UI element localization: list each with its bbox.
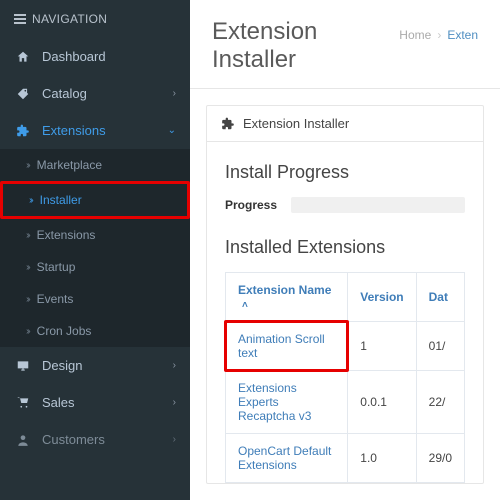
breadcrumb-separator-icon: › xyxy=(437,28,441,42)
chevron-right-icon: › xyxy=(173,360,176,371)
submenu-item-label: Marketplace xyxy=(37,158,102,172)
sidebar-item-label: Sales xyxy=(42,395,75,410)
progress-label: Progress xyxy=(225,198,277,212)
progress-row: Progress xyxy=(225,197,465,213)
col-name[interactable]: Extension Name ˄ xyxy=(226,273,348,322)
chevron-double-icon: ›› xyxy=(26,326,29,337)
puzzle-icon xyxy=(221,117,235,131)
nav-header: NAVIGATION xyxy=(0,0,190,38)
sidebar-item-customers[interactable]: Customers › xyxy=(0,421,190,458)
chevron-double-icon: ›› xyxy=(29,195,32,206)
extensions-table: Extension Name ˄ Version Dat Animation S… xyxy=(225,272,465,483)
hamburger-icon[interactable] xyxy=(14,14,26,24)
submenu-item-installer[interactable]: ›› Installer xyxy=(0,181,190,219)
installed-title: Installed Extensions xyxy=(225,237,465,258)
sidebar-item-label: Catalog xyxy=(42,86,87,101)
col-date[interactable]: Dat xyxy=(416,273,464,322)
panel: Extension Installer Install Progress Pro… xyxy=(206,105,484,484)
submenu-item-marketplace[interactable]: ›› Marketplace xyxy=(0,149,190,181)
chevron-right-icon: › xyxy=(173,434,176,445)
submenu-item-startup[interactable]: ›› Startup xyxy=(0,251,190,283)
table-row: Extensions Experts Recaptcha v3 0.0.1 22… xyxy=(226,371,465,434)
sidebar-item-label: Extensions xyxy=(42,123,106,138)
main-content: Extension Installer Home › Exten Extensi… xyxy=(190,0,500,500)
nav-header-label: NAVIGATION xyxy=(32,12,107,26)
submenu-item-label: Installer xyxy=(40,193,82,207)
sidebar-item-sales[interactable]: Sales › xyxy=(0,384,190,421)
sidebar: NAVIGATION Dashboard Catalog › Ex xyxy=(0,0,190,500)
extension-link[interactable]: OpenCart Default Extensions xyxy=(238,444,331,472)
table-row: Animation Scroll text 1 01/ xyxy=(226,322,465,371)
submenu-item-label: Startup xyxy=(37,260,76,274)
extension-date: 29/0 xyxy=(416,434,464,483)
progress-bar xyxy=(291,197,465,213)
breadcrumb: Home › Exten xyxy=(399,28,478,42)
sidebar-item-dashboard[interactable]: Dashboard xyxy=(0,38,190,75)
submenu-item-extensions[interactable]: ›› Extensions xyxy=(0,219,190,251)
table-row: OpenCart Default Extensions 1.0 29/0 xyxy=(226,434,465,483)
chevron-right-icon: › xyxy=(173,88,176,99)
extension-version: 0.0.1 xyxy=(348,371,416,434)
panel-head-title: Extension Installer xyxy=(243,116,349,131)
extensions-submenu: ›› Marketplace ›› Installer ›› Extension… xyxy=(0,149,190,347)
chevron-right-icon: › xyxy=(173,397,176,408)
breadcrumb-current[interactable]: Exten xyxy=(447,28,478,42)
puzzle-icon xyxy=(14,124,32,138)
submenu-item-label: Cron Jobs xyxy=(37,324,92,338)
home-icon xyxy=(14,50,32,64)
sidebar-menu: Dashboard Catalog › Extensions ⌄ ›› xyxy=(0,38,190,458)
chevron-double-icon: ›› xyxy=(26,262,29,273)
sidebar-item-label: Customers xyxy=(42,432,105,447)
chevron-down-icon: ⌄ xyxy=(168,125,176,136)
sidebar-item-extensions[interactable]: Extensions ⌄ xyxy=(0,112,190,149)
tag-icon xyxy=(14,87,32,101)
panel-body: Install Progress Progress Installed Exte… xyxy=(207,142,483,484)
panel-head: Extension Installer xyxy=(207,106,483,142)
extension-link[interactable]: Animation Scroll text xyxy=(238,332,325,360)
cart-icon xyxy=(14,396,32,410)
sort-asc-icon: ˄ xyxy=(242,300,248,311)
submenu-item-cron-jobs[interactable]: ›› Cron Jobs xyxy=(0,315,190,347)
chevron-double-icon: ›› xyxy=(26,230,29,241)
chevron-double-icon: ›› xyxy=(26,160,29,171)
progress-title: Install Progress xyxy=(225,162,465,183)
extension-version: 1 xyxy=(348,322,416,371)
extension-link[interactable]: Extensions Experts Recaptcha v3 xyxy=(238,381,311,423)
submenu-item-label: Events xyxy=(37,292,74,306)
sidebar-item-label: Dashboard xyxy=(42,49,106,64)
col-version[interactable]: Version xyxy=(348,273,416,322)
submenu-item-events[interactable]: ›› Events xyxy=(0,283,190,315)
chevron-double-icon: ›› xyxy=(26,294,29,305)
page-title: Extension Installer xyxy=(212,18,385,74)
topbar: Extension Installer Home › Exten xyxy=(190,0,500,89)
sidebar-item-label: Design xyxy=(42,358,82,373)
extension-date: 01/ xyxy=(416,322,464,371)
extension-version: 1.0 xyxy=(348,434,416,483)
extension-date: 22/ xyxy=(416,371,464,434)
user-icon xyxy=(14,433,32,447)
sidebar-item-design[interactable]: Design › xyxy=(0,347,190,384)
submenu-item-label: Extensions xyxy=(37,228,96,242)
monitor-icon xyxy=(14,359,32,373)
sidebar-item-catalog[interactable]: Catalog › xyxy=(0,75,190,112)
breadcrumb-home[interactable]: Home xyxy=(399,28,431,42)
